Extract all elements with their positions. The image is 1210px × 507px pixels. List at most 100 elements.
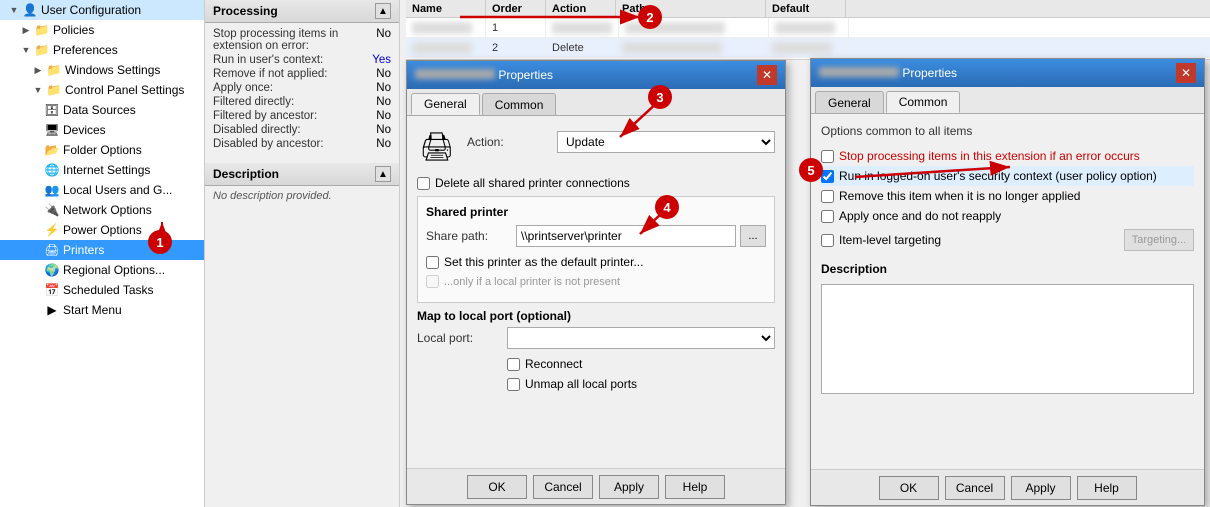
map-local-port-label: Map to local port (optional) — [417, 309, 775, 323]
tab2-common[interactable]: Common — [886, 91, 961, 113]
option-remove-item-checkbox[interactable] — [821, 190, 834, 203]
browse-btn[interactable]: ... — [740, 225, 766, 247]
collapse-processing-btn[interactable]: ▲ — [375, 3, 391, 19]
tree-item-printers[interactable]: 🖨 Printers — [0, 240, 204, 260]
properties-dialog: Properties ✕ General Common Options comm… — [810, 58, 1205, 506]
start-menu-icon: ▶ — [44, 302, 60, 318]
tree-item-preferences[interactable]: ▼ 📁 Preferences — [0, 40, 204, 60]
dialog2-ok-btn[interactable]: OK — [879, 476, 939, 500]
tree-item-local-users[interactable]: 👥 Local Users and G... — [0, 180, 204, 200]
option-stop-processing: Stop processing items in this extension … — [821, 146, 1194, 166]
dialog2-cancel-btn[interactable]: Cancel — [945, 476, 1005, 500]
dialog1-close-btn[interactable]: ✕ — [757, 65, 777, 85]
dialog2-body: Options common to all items Stop process… — [811, 114, 1204, 407]
tree-item-network-options[interactable]: 🔌 Network Options — [0, 200, 204, 220]
tree-item-power-options[interactable]: ⚡ Power Options — [0, 220, 204, 240]
tree-item-control-panel[interactable]: ▼ 📁 Control Panel Settings — [0, 80, 204, 100]
dialog1-apply-btn[interactable]: Apply — [599, 475, 659, 499]
devices-icon: 🖥 — [44, 122, 60, 138]
annotation-badge-5: 5 — [799, 158, 823, 182]
dialog1-help-btn[interactable]: Help — [665, 475, 725, 499]
default-printer-checkbox[interactable] — [426, 256, 439, 269]
dialog1-tabs: General Common — [407, 89, 785, 116]
tree-item-internet-settings[interactable]: 🌐 Internet Settings — [0, 160, 204, 180]
expand-icon: ▼ — [8, 4, 20, 16]
row2-name — [406, 38, 486, 57]
tab-general[interactable]: General — [411, 93, 480, 115]
delete-checkbox[interactable] — [417, 177, 430, 190]
row1-action — [546, 18, 619, 37]
action-select[interactable]: Update Create Delete Replace — [557, 131, 775, 153]
options-list: Stop processing items in this extension … — [821, 146, 1194, 254]
action-label: Action: — [467, 135, 557, 149]
printer-icon-large: 🖨 — [417, 126, 457, 166]
folder-options-icon: 📂 — [44, 142, 60, 158]
unmap-checkbox[interactable] — [507, 378, 520, 391]
dialog2-help-btn[interactable]: Help — [1077, 476, 1137, 500]
tree-item-devices[interactable]: 🖥 Devices — [0, 120, 204, 140]
local-port-row: Local port: — [417, 327, 775, 349]
tree-item-folder-options[interactable]: 📂 Folder Options — [0, 140, 204, 160]
tree-item-scheduled-tasks[interactable]: 📅 Scheduled Tasks — [0, 280, 204, 300]
targeting-btn[interactable]: Targeting... — [1124, 229, 1194, 251]
description-group: Description — [821, 262, 1194, 397]
row2-default — [766, 38, 846, 57]
tree-item-regional-options[interactable]: 🌍 Regional Options... — [0, 260, 204, 280]
row2-action: Delete — [546, 38, 616, 57]
processing-table: Stop processing items inextension on err… — [205, 23, 399, 155]
proc-row-disabled-direct: Disabled directly: No — [209, 123, 395, 137]
dialog1-footer: OK Cancel Apply Help — [407, 468, 785, 504]
local-printer-row: ...only if a local printer is not presen… — [426, 275, 766, 288]
internet-settings-icon: 🌐 — [44, 162, 60, 178]
col-order: Order — [486, 0, 546, 17]
tab-common[interactable]: Common — [482, 93, 557, 115]
tree-item-windows-settings[interactable]: ▶ 📁 Windows Settings — [0, 60, 204, 80]
description-section: Description ▲ No description provided. — [205, 163, 399, 206]
scheduled-tasks-icon: 📅 — [44, 282, 60, 298]
option-run-context-checkbox[interactable] — [821, 170, 834, 183]
description-textarea[interactable] — [821, 284, 1194, 394]
tree-item-user-config[interactable]: ▼ 👤 User Configuration — [0, 0, 204, 20]
shared-printer-group: Shared printer Share path: ... Set this … — [417, 196, 775, 303]
table-row: 2 Delete — [406, 38, 1210, 58]
dialog1-body: 🖨 Action: Update Create Delete Replace D… — [407, 116, 785, 407]
proc-row-stop: Stop processing items inextension on err… — [209, 27, 395, 53]
local-port-label: Local port: — [417, 331, 507, 345]
share-path-input[interactable] — [516, 225, 736, 247]
option-stop-processing-checkbox[interactable] — [821, 150, 834, 163]
dialog2-apply-btn[interactable]: Apply — [1011, 476, 1071, 500]
dialog2-close-btn[interactable]: ✕ — [1176, 63, 1196, 83]
annotation-badge-4: 4 — [655, 195, 679, 219]
option-apply-once-checkbox[interactable] — [821, 210, 834, 223]
shared-printer-title: Shared printer — [426, 205, 766, 219]
proc-row-filtered-direct: Filtered directly: No — [209, 95, 395, 109]
middle-panel: Processing ▲ Stop processing items inext… — [205, 0, 400, 507]
tab2-general[interactable]: General — [815, 91, 884, 113]
processing-header: Processing ▲ — [205, 0, 399, 23]
proc-row-remove: Remove if not applied: No — [209, 67, 395, 81]
dialog1-cancel-btn[interactable]: Cancel — [533, 475, 593, 499]
reconnect-checkbox[interactable] — [507, 358, 520, 371]
reconnect-row: Reconnect — [417, 357, 775, 371]
dialog2-footer: OK Cancel Apply Help — [811, 469, 1204, 505]
network-options-icon: 🔌 — [44, 202, 60, 218]
option-item-level-checkbox[interactable] — [821, 234, 834, 247]
printer-dialog: Properties ✕ General Common 🖨 Action: Up… — [406, 60, 786, 505]
local-port-select[interactable] — [507, 327, 775, 349]
regional-options-icon: 🌍 — [44, 262, 60, 278]
tree-item-start-menu[interactable]: ▶ Start Menu — [0, 300, 204, 320]
windows-settings-icon: 📁 — [46, 62, 62, 78]
power-options-icon: ⚡ — [44, 222, 60, 238]
share-path-row: Share path: ... — [426, 225, 766, 247]
local-printer-checkbox[interactable] — [426, 275, 439, 288]
collapse-description-btn[interactable]: ▲ — [375, 166, 391, 182]
row2-path — [616, 38, 766, 57]
printers-icon: 🖨 — [44, 242, 60, 258]
option-apply-once: Apply once and do not reapply — [821, 206, 1194, 226]
tree-item-policies[interactable]: ▶ 📁 Policies — [0, 20, 204, 40]
proc-row-disabled-ancestor: Disabled by ancestor: No — [209, 137, 395, 151]
row1-name — [406, 18, 486, 37]
dialog1-ok-btn[interactable]: OK — [467, 475, 527, 499]
table-header: Name Order Action Path Default — [406, 0, 1210, 18]
tree-item-data-sources[interactable]: 🗄 Data Sources — [0, 100, 204, 120]
